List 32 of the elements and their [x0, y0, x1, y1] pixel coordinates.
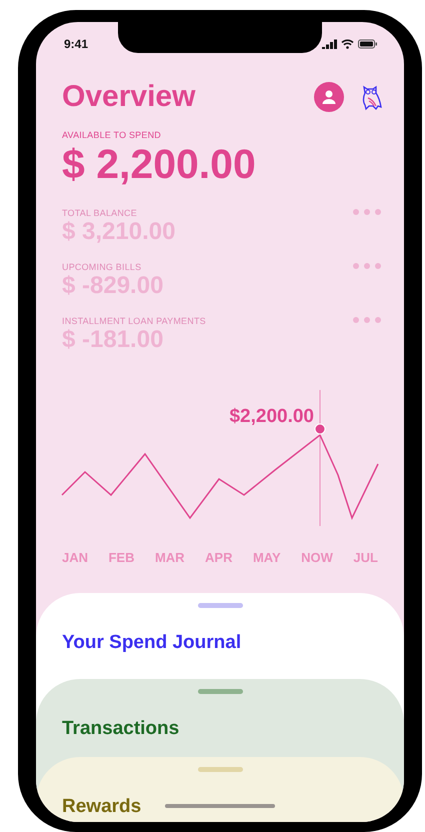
wifi-icon [341, 39, 354, 49]
owl-icon[interactable] [360, 83, 382, 111]
signal-icon [322, 39, 337, 49]
month-label: JUL [353, 550, 378, 565]
sheet-title: Your Spend Journal [62, 632, 242, 654]
sheet-handle[interactable] [198, 767, 242, 772]
month-label: APR [205, 550, 232, 565]
available-label: AVAILABLE TO SPEND [62, 130, 162, 140]
bottom-sheet[interactable]: Rewards [36, 757, 404, 822]
highlight-value: $2,200.00 [229, 406, 314, 427]
current-point [314, 424, 326, 434]
person-icon [321, 89, 337, 105]
status-time: 9:41 [64, 37, 88, 51]
sheet-title: Transactions [62, 718, 180, 740]
profile-button[interactable] [314, 82, 344, 112]
balance-label: UPCOMING BILLS [62, 262, 142, 272]
month-label: NOW [301, 550, 333, 565]
battery-icon [358, 39, 378, 49]
more-icon[interactable] [352, 262, 382, 270]
sheet-handle[interactable] [198, 689, 242, 694]
page-title: Overview [62, 80, 196, 114]
more-icon[interactable] [352, 316, 382, 324]
month-label: FEB [108, 550, 134, 565]
month-label: MAR [154, 550, 185, 565]
balance-label: TOTAL BALANCE [62, 208, 138, 218]
month-label: MAY [252, 550, 281, 565]
month-label: JAN [62, 550, 88, 565]
sheet-handle[interactable] [198, 603, 242, 608]
available-amount: $ 2,200.00 [62, 140, 257, 188]
balance-label: INSTALLMENT LOAN PAYMENTS [62, 316, 206, 326]
sheet-title: Rewards [62, 796, 142, 818]
more-icon[interactable] [352, 208, 382, 216]
